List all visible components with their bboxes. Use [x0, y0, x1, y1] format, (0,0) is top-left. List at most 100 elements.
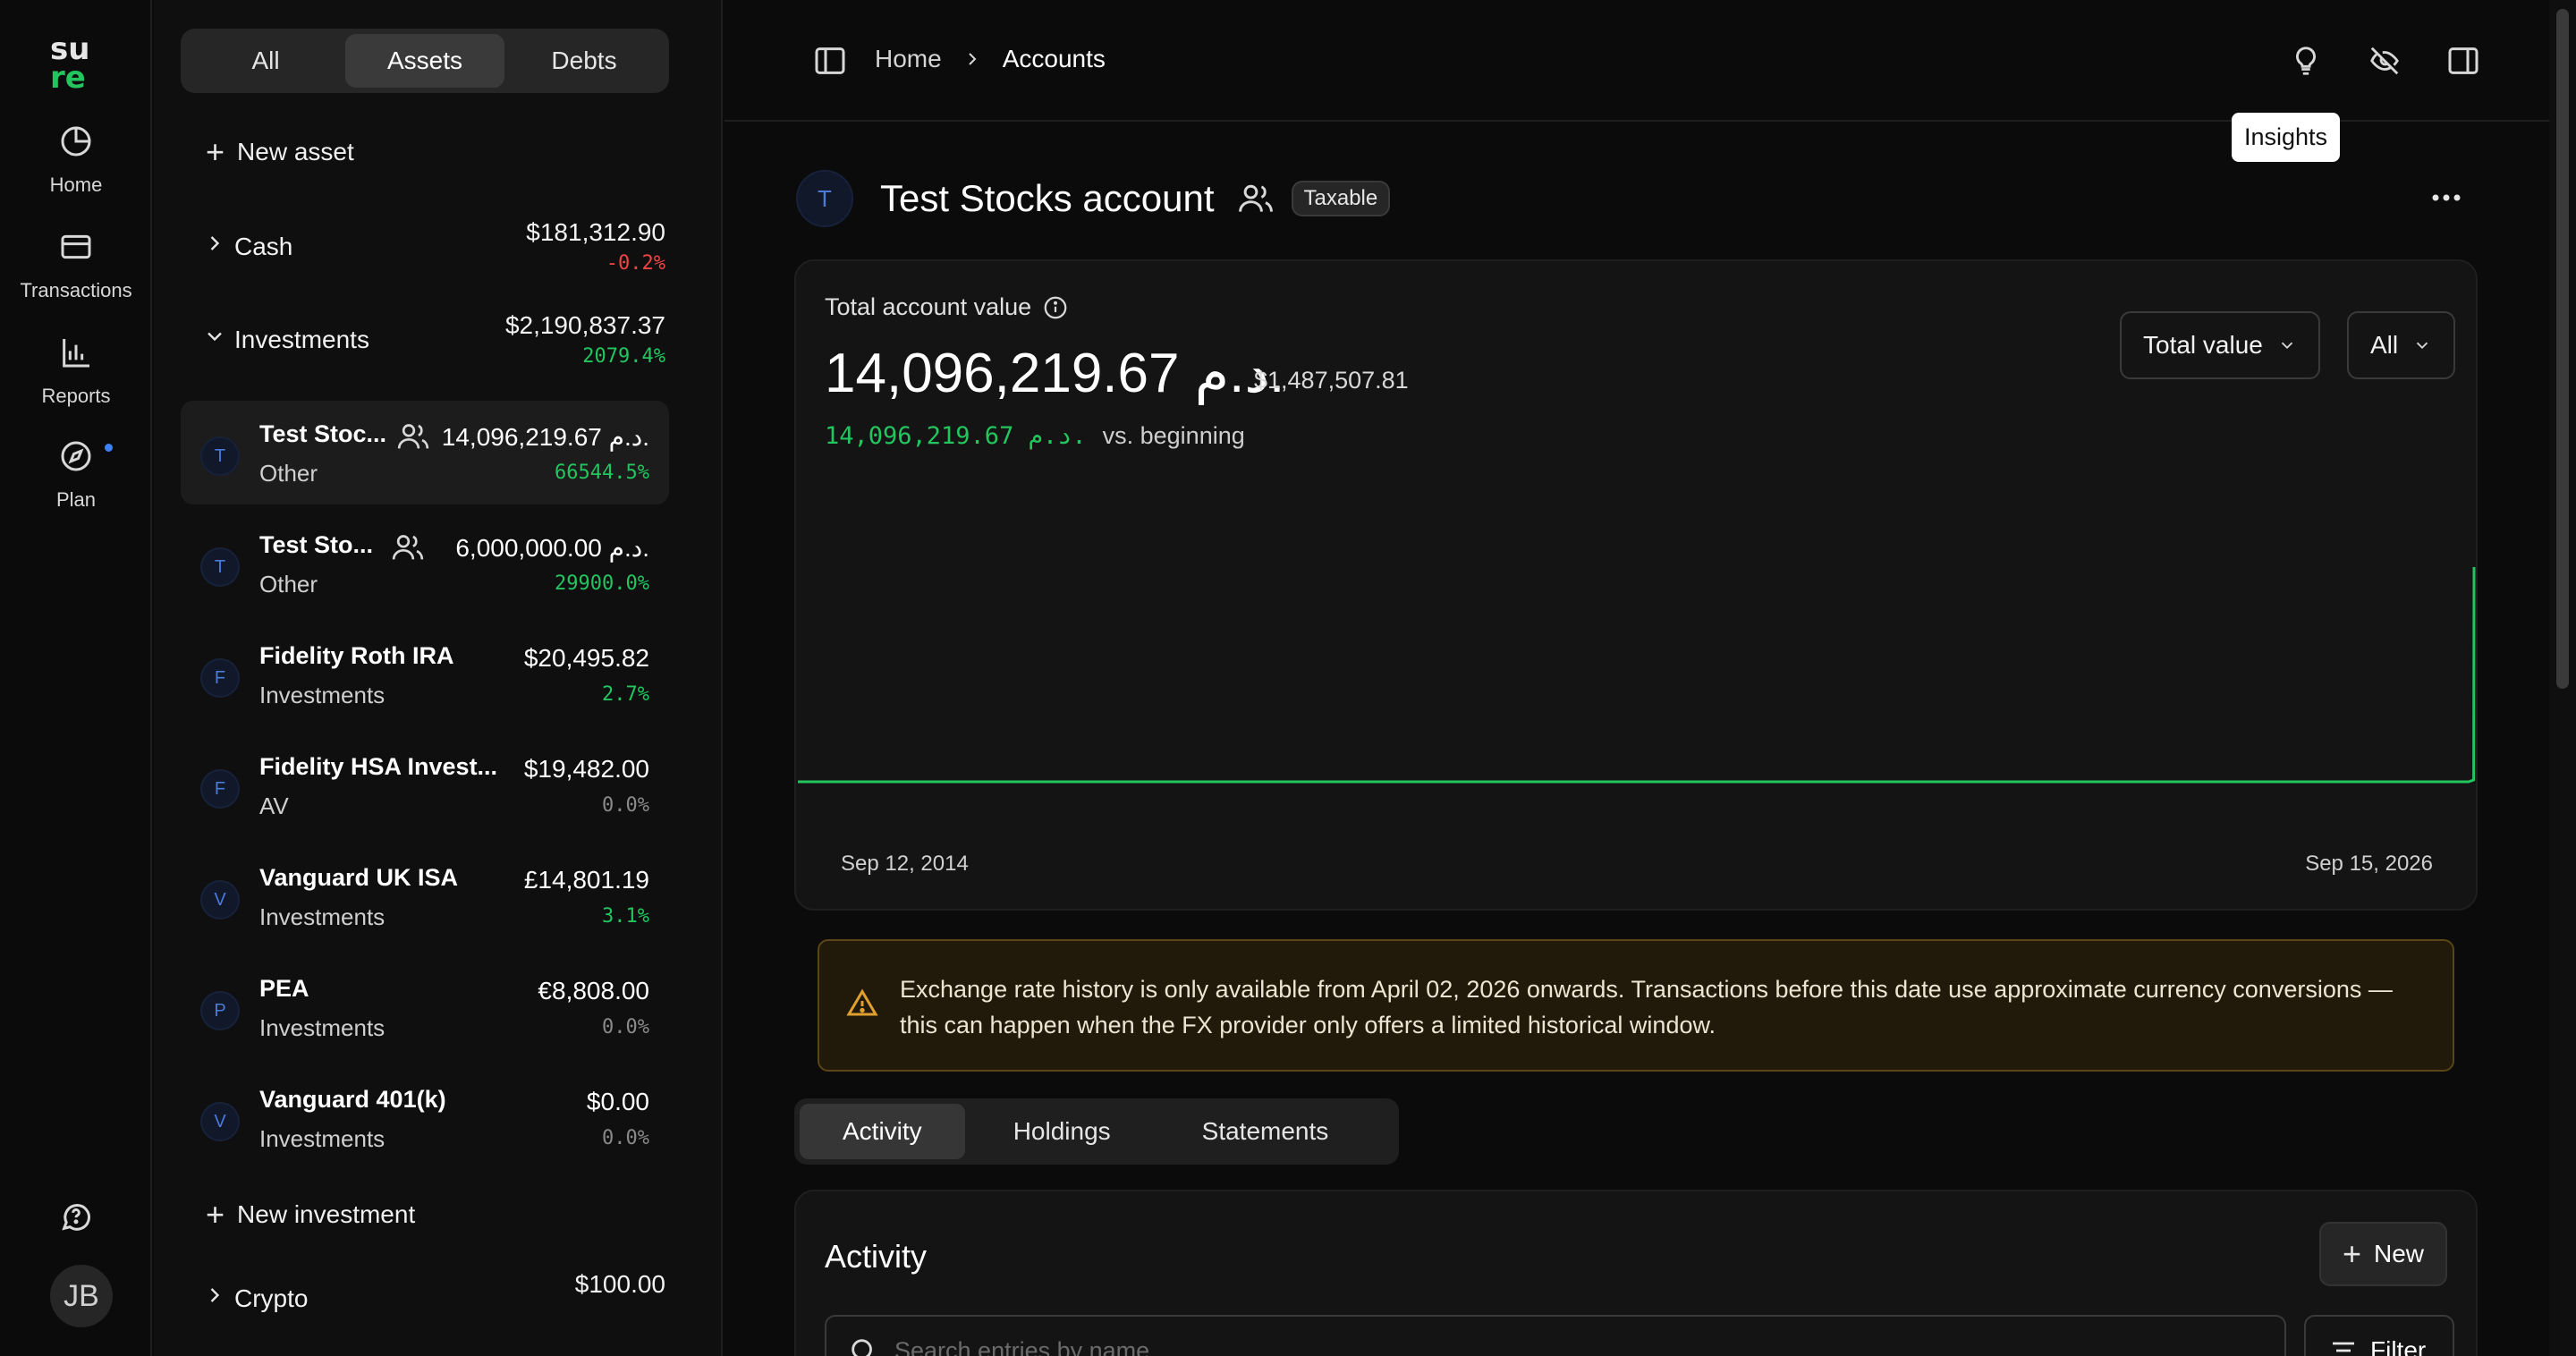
- privacy-toggle-button[interactable]: [2365, 41, 2404, 81]
- account-name: Vanguard UK ISA: [259, 864, 459, 891]
- account-subtype: Investments: [259, 1125, 386, 1152]
- group-cash[interactable]: Cash $181,312.90 -0.2%: [202, 213, 665, 284]
- account-row[interactable]: F Fidelity HSA Invest... $19,482.00 AV 0…: [181, 733, 669, 837]
- pie-chart-icon: [56, 122, 96, 161]
- account-change: 0.0%: [602, 794, 649, 817]
- breadcrumb-home[interactable]: Home: [875, 45, 942, 73]
- main-scrollbar-thumb[interactable]: [2556, 9, 2569, 689]
- account-tabs: Activity Holdings Statements: [794, 1098, 1399, 1165]
- help-button[interactable]: [0, 1197, 152, 1236]
- account-name: Fidelity Roth IRA: [259, 642, 454, 669]
- account-row[interactable]: F Fidelity Roth IRA $20,495.82 Investmen…: [181, 623, 669, 726]
- account-title-row: T Test Stocks account Taxable: [796, 170, 1391, 227]
- more-options-button[interactable]: [2424, 184, 2469, 211]
- period-selected: All: [2370, 331, 2399, 359]
- help-circle-icon: [56, 1197, 96, 1236]
- warning-triangle-icon: [846, 988, 878, 1016]
- tab-all[interactable]: All: [186, 34, 345, 88]
- bar-chart-icon: [56, 333, 96, 372]
- nav-transactions[interactable]: Transactions: [0, 227, 152, 302]
- account-value: $20,495.82: [523, 644, 649, 672]
- chevron-right-icon: [210, 1288, 220, 1302]
- svg-text:re: re: [50, 60, 86, 91]
- nav-home[interactable]: Home: [0, 122, 152, 197]
- search-icon: [852, 1339, 872, 1356]
- nav-plan-label: Plan: [55, 488, 97, 511]
- user-avatar[interactable]: JB: [50, 1265, 113, 1327]
- nav-transactions-label: Transactions: [20, 279, 132, 301]
- group-crypto[interactable]: Crypto $100.00: [202, 1265, 665, 1336]
- chevron-down-icon: [208, 332, 222, 342]
- breadcrumb: Home Accounts: [875, 45, 1106, 73]
- account-row[interactable]: V Vanguard UK ISA £14,801.19 Investments…: [181, 844, 669, 948]
- toggle-sidebar-button[interactable]: [810, 41, 850, 81]
- value-type-dropdown[interactable]: Total value: [2120, 311, 2320, 379]
- account-type-tabs: All Assets Debts: [181, 29, 669, 93]
- account-initial-badge: T: [200, 547, 240, 587]
- account-name: Test Sto...: [259, 531, 374, 558]
- account-initial-badge: F: [200, 658, 240, 698]
- chevron-right-icon: [210, 236, 220, 250]
- period-dropdown[interactable]: All: [2347, 311, 2456, 379]
- group-investments-name: Investments: [234, 326, 369, 353]
- search-input[interactable]: [894, 1336, 2236, 1356]
- account-row[interactable]: V Vanguard 401(k) $0.00 Investments 0.0%: [181, 1066, 669, 1170]
- total-value: 14,096,219.67 د.م.: [825, 343, 1285, 404]
- account-name: Test Stoc...: [259, 420, 387, 447]
- filter-label: Filter: [2370, 1336, 2427, 1356]
- account-initial-badge: F: [200, 769, 240, 809]
- account-name: Fidelity HSA Invest...: [259, 753, 498, 780]
- account-subtype: AV: [259, 792, 289, 819]
- total-value-label-text: Total account value: [825, 293, 1032, 320]
- nav-reports[interactable]: Reports: [0, 333, 152, 408]
- value-type-selected: Total value: [2143, 331, 2263, 359]
- new-asset-button[interactable]: + New asset: [206, 136, 354, 168]
- group-cash-amount: $181,312.90: [526, 218, 665, 246]
- insights-button[interactable]: [2286, 41, 2326, 81]
- account-value: $19,482.00: [523, 755, 649, 783]
- tab-statements[interactable]: Statements: [1159, 1104, 1372, 1159]
- sure-logo[interactable]: su re: [48, 31, 116, 96]
- users-icon[interactable]: [1236, 179, 1275, 218]
- account-subtype: Other: [259, 460, 318, 487]
- account-initial-badge: V: [200, 1102, 240, 1141]
- account-row[interactable]: T Test Sto... 6,000,000.00 د.م. Other 29…: [181, 512, 669, 615]
- new-asset-label: New asset: [237, 138, 354, 165]
- account-change: 0.0%: [602, 1127, 649, 1149]
- group-investments[interactable]: Investments $2,190,837.37 2079.4%: [202, 306, 665, 377]
- account-initial-badge: P: [200, 991, 240, 1030]
- tab-debts[interactable]: Debts: [504, 34, 664, 88]
- account-row[interactable]: T Test Stoc... 14,096,219.67 د.م. Other …: [181, 401, 669, 504]
- filter-button[interactable]: Filter: [2304, 1315, 2454, 1356]
- nav-plan[interactable]: Plan: [0, 436, 152, 512]
- plus-icon: +: [206, 133, 225, 170]
- main-content: Home Accounts Insights T Test Stocks acc…: [724, 0, 2549, 1356]
- account-row[interactable]: P PEA €8,808.00 Investments 0.0%: [181, 955, 669, 1059]
- tab-assets[interactable]: Assets: [345, 34, 504, 88]
- fx-warning-alert: Exchange rate history is only available …: [818, 939, 2454, 1072]
- tab-activity[interactable]: Activity: [800, 1104, 965, 1159]
- chevron-down-icon: [2416, 342, 2428, 350]
- account-value: 14,096,219.67 د.م.: [441, 423, 649, 451]
- account-name: PEA: [259, 975, 309, 1002]
- value-change: 14,096,219.67 د.م. vs. beginning: [825, 422, 1245, 450]
- account-initial-badge: T: [796, 170, 853, 227]
- group-cash-change: -0.2%: [606, 252, 665, 275]
- plus-icon: +: [2342, 1235, 2361, 1272]
- group-cash-name: Cash: [234, 233, 293, 260]
- account-value: 6,000,000.00 د.م.: [455, 534, 649, 562]
- new-investment-button[interactable]: + New investment: [206, 1199, 415, 1231]
- value-change-amount: 14,096,219.67 د.م.: [825, 422, 1087, 450]
- new-entry-button[interactable]: + New: [2318, 1222, 2447, 1286]
- account-value: €8,808.00: [538, 977, 649, 1004]
- account-change: 3.1%: [602, 905, 649, 928]
- account-value: $0.00: [586, 1088, 649, 1115]
- more-horizontal-icon: [2432, 194, 2461, 201]
- account-initial-badge: T: [200, 436, 240, 476]
- tab-holdings[interactable]: Holdings: [970, 1104, 1154, 1159]
- toggle-right-panel-button[interactable]: [2444, 41, 2483, 81]
- app-rail: su re Home Transactions Reports Plan JB: [0, 0, 152, 1356]
- notification-dot: [105, 444, 113, 452]
- info-icon[interactable]: [1042, 294, 1069, 321]
- account-value-chart[interactable]: [796, 530, 2478, 834]
